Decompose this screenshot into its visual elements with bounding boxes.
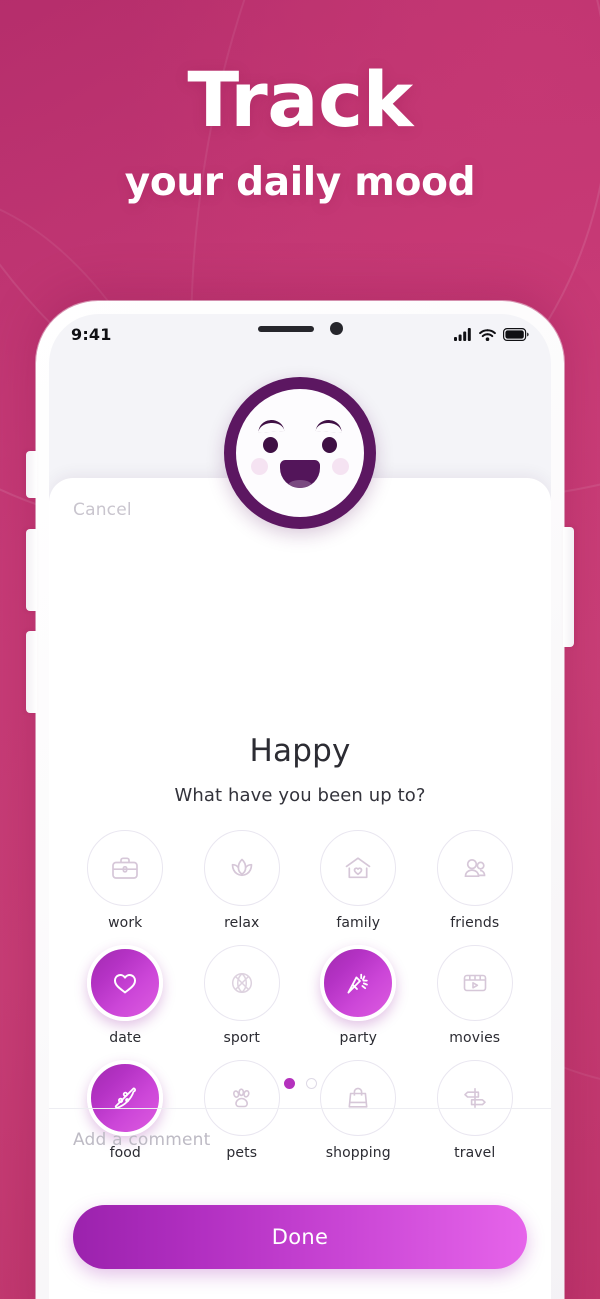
activity-circle[interactable] [87, 830, 164, 906]
activity-grid: work relax family friends date sport par… [67, 830, 533, 1161]
activity-item-shopping[interactable]: shopping [300, 1060, 417, 1161]
activity-circle[interactable] [203, 830, 280, 906]
activity-circle-selected[interactable] [320, 945, 397, 1021]
done-button[interactable]: Done [73, 1205, 527, 1269]
eyebrow-right [315, 419, 343, 433]
activity-item-party[interactable]: party [300, 945, 417, 1046]
activity-circle-selected[interactable] [87, 1060, 164, 1136]
activity-circle[interactable] [320, 830, 397, 906]
home-heart-icon [345, 857, 371, 879]
activity-label: pets [226, 1145, 258, 1161]
phone-notch [193, 314, 407, 343]
eyebrow-left [257, 419, 285, 433]
phone-volume-down-button[interactable] [26, 631, 37, 713]
phone-silent-switch[interactable] [26, 451, 37, 498]
activity-label: movies [449, 1030, 501, 1046]
activity-item-travel[interactable]: travel [417, 1060, 534, 1161]
activity-label: family [336, 915, 381, 931]
smiling-mouth [280, 460, 320, 488]
activity-item-relax[interactable]: relax [184, 830, 301, 931]
status-bar-indicators [454, 327, 529, 341]
hero-title: Track [187, 55, 413, 144]
activity-label: relax [224, 915, 260, 931]
status-bar-clock: 9:41 [71, 324, 112, 344]
phone-screen: 9:41 Cancel Happy What have you been up … [49, 314, 551, 1299]
page-dot-inactive[interactable] [305, 1078, 317, 1089]
eye-right [322, 437, 337, 453]
activity-circle[interactable] [203, 945, 280, 1021]
page-indicator[interactable] [49, 1078, 551, 1089]
activity-label: work [108, 915, 143, 931]
activity-item-sport[interactable]: sport [184, 945, 301, 1046]
activity-item-movies[interactable]: movies [417, 945, 534, 1046]
hero-headline: Track your daily mood [0, 55, 600, 206]
mood-prompt: What have you been up to? [174, 785, 426, 806]
activity-item-work[interactable]: work [67, 830, 184, 931]
activity-label: date [109, 1030, 142, 1046]
video-player-icon [463, 974, 487, 992]
blush-right [332, 458, 349, 475]
mood-face[interactable] [208, 361, 392, 545]
tongue [287, 480, 313, 488]
cancel-button[interactable]: Cancel [73, 500, 132, 520]
heart-icon [114, 974, 137, 994]
eye-left [263, 437, 278, 453]
blush-left [251, 458, 268, 475]
activity-label: shopping [325, 1145, 391, 1161]
battery-icon [503, 327, 529, 341]
activity-circle-selected[interactable] [87, 945, 164, 1021]
activity-circle[interactable] [320, 1060, 397, 1136]
activity-item-date[interactable]: date [67, 945, 184, 1046]
cellular-signal-icon [454, 327, 471, 341]
basketball-icon [231, 972, 252, 994]
comment-input[interactable]: Add a comment [73, 1130, 211, 1150]
wifi-icon [479, 328, 496, 341]
activity-circle[interactable] [203, 1060, 280, 1136]
briefcase-icon [112, 857, 139, 879]
phone-volume-up-button[interactable] [26, 529, 37, 611]
activity-item-family[interactable]: family [300, 830, 417, 931]
activity-label: travel [454, 1145, 496, 1161]
activity-circle[interactable] [436, 945, 513, 1021]
speaker-grill-icon [257, 325, 314, 332]
activity-label: friends [450, 915, 500, 931]
mood-title: Happy [249, 733, 351, 769]
activity-circle[interactable] [436, 830, 513, 906]
phone-mockup: 9:41 Cancel Happy What have you been up … [26, 301, 574, 1299]
phone-power-button[interactable] [563, 527, 574, 647]
page-dot-active[interactable] [283, 1078, 295, 1089]
sheet-divider [49, 1108, 551, 1109]
activity-circle[interactable] [436, 1060, 513, 1136]
people-icon [464, 859, 486, 878]
activity-label: sport [223, 1030, 260, 1046]
hero-subtitle: your daily mood [124, 160, 476, 205]
party-popper-icon [347, 973, 369, 994]
lotus-icon [231, 858, 253, 877]
activity-item-friends[interactable]: friends [417, 830, 534, 931]
happy-face-icon [224, 377, 376, 529]
mood-entry-sheet: Cancel Happy What have you been up to? w… [49, 478, 551, 1299]
front-camera-icon [329, 322, 343, 335]
activity-label: party [339, 1030, 377, 1046]
